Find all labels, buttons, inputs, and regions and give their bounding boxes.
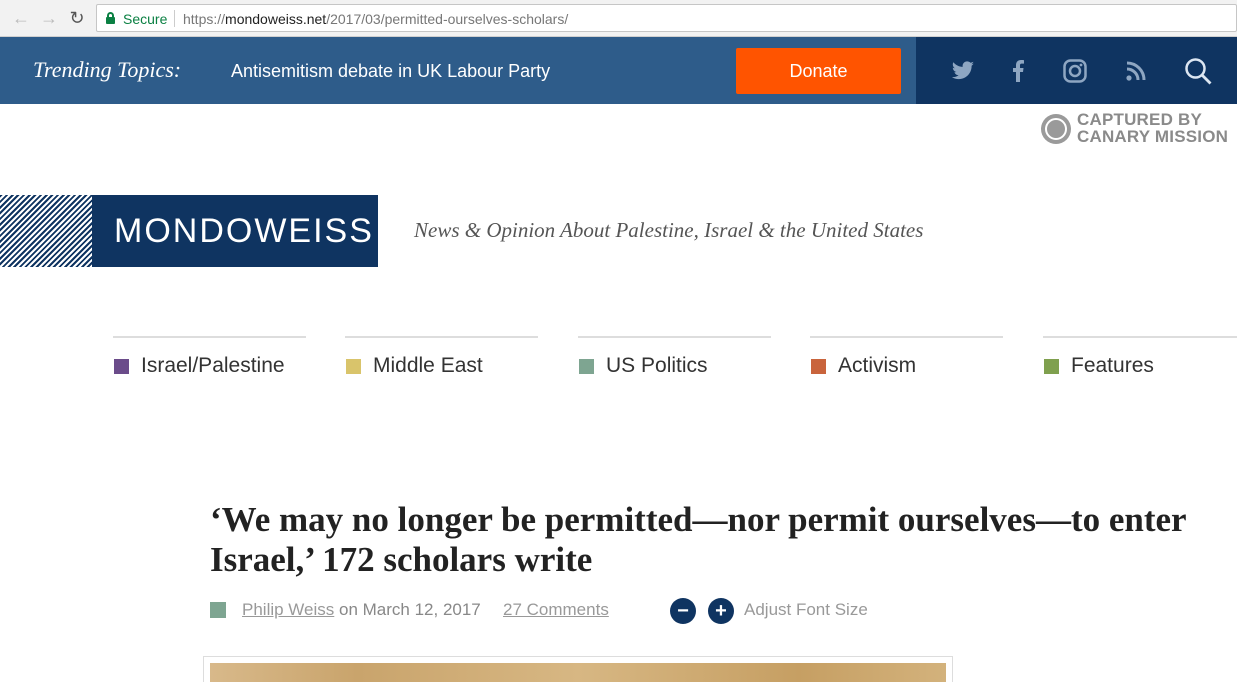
category-activism[interactable]: Activism — [810, 336, 1003, 386]
category-label: US Politics — [606, 354, 708, 377]
category-middle-east[interactable]: Middle East — [345, 336, 538, 386]
article-headline: ‘We may no longer be permitted—nor permi… — [210, 500, 1186, 579]
category-label: Activism — [838, 354, 917, 377]
logo-hatch-pattern — [0, 195, 92, 267]
address-bar[interactable]: Secure https://mondoweiss.net/2017/03/pe… — [96, 4, 1237, 32]
category-swatch — [579, 359, 594, 374]
canary-mission-watermark: CAPTURED BY CANARY MISSION — [1041, 111, 1231, 149]
trending-topic-link[interactable]: Antisemitism debate in UK Labour Party — [231, 61, 550, 82]
article-category-swatch — [210, 602, 226, 618]
category-israel-palestine[interactable]: Israel/Palestine — [113, 336, 306, 386]
address-separator — [174, 10, 175, 27]
lock-icon — [106, 12, 115, 24]
trending-bar: Trending Topics: Antisemitism debate in … — [0, 37, 1237, 104]
category-label: Israel/Palestine — [141, 354, 285, 377]
site-tagline: News & Opinion About Palestine, Israel &… — [414, 218, 924, 242]
canary-line-2: CANARY MISSION — [1077, 127, 1229, 146]
category-label: Features — [1071, 354, 1154, 377]
reload-icon[interactable]: ↻ — [67, 8, 87, 28]
category-swatch — [811, 359, 826, 374]
canary-line-1: CAPTURED BY — [1077, 110, 1202, 129]
author-link[interactable]: Philip Weiss — [242, 600, 334, 619]
category-us-politics[interactable]: US Politics — [578, 336, 771, 386]
instagram-icon[interactable] — [1062, 58, 1088, 84]
url-text[interactable]: https://mondoweiss.net/2017/03/permitted… — [183, 11, 568, 27]
rss-icon[interactable] — [1123, 58, 1149, 84]
article-byline: Philip Weiss on March 12, 2017 — [242, 600, 481, 620]
category-swatch — [1044, 359, 1059, 374]
article-date: on March 12, 2017 — [334, 600, 481, 619]
category-label: Middle East — [373, 354, 483, 377]
decrease-font-button[interactable]: − — [670, 598, 696, 624]
adjust-font-size-label: Adjust Font Size — [744, 600, 868, 619]
category-swatch — [346, 359, 361, 374]
canary-seal-icon — [1041, 114, 1071, 144]
url-host: mondoweiss.net — [225, 11, 327, 27]
browser-toolbar: ← → ↻ Secure https://mondoweiss.net/2017… — [0, 0, 1237, 37]
trending-label: Trending Topics: — [33, 57, 182, 82]
site-logo[interactable]: MONDOWEISS — [92, 195, 378, 267]
facebook-icon[interactable] — [1005, 58, 1031, 84]
featured-image-content — [210, 663, 946, 682]
secure-label: Secure — [123, 11, 168, 27]
category-swatch — [114, 359, 129, 374]
search-icon[interactable] — [1183, 56, 1213, 86]
url-path: /2017/03/permitted-ourselves-scholars/ — [326, 11, 569, 27]
comments-link[interactable]: 27 Comments — [503, 600, 609, 620]
twitter-icon[interactable] — [950, 58, 976, 84]
social-bar — [916, 37, 1237, 104]
article-featured-image — [203, 656, 953, 682]
url-prefix: https:// — [183, 11, 226, 27]
back-arrow-icon[interactable]: ← — [11, 8, 31, 28]
category-features[interactable]: Features — [1043, 336, 1237, 386]
forward-arrow-icon[interactable]: → — [39, 8, 59, 28]
donate-button[interactable]: Donate — [736, 48, 901, 94]
increase-font-button[interactable]: + — [708, 598, 734, 624]
